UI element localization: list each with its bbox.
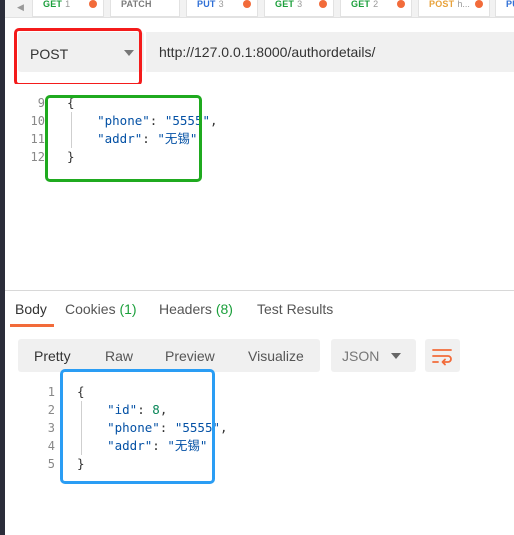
request-tabs-bar: ◀ GET1PATCHPUT3GET3GET2POSTh...PU: [5, 0, 514, 18]
code-line: "addr": "无锡": [77, 437, 207, 455]
tabs-scroll-left-icon[interactable]: ◀: [17, 0, 27, 16]
code-line: "phone": "5555",: [77, 419, 228, 437]
code-token: "无锡": [167, 438, 208, 453]
code-token: }: [67, 149, 75, 164]
code-line: {: [77, 383, 85, 401]
line-number: 12: [30, 150, 45, 164]
code-token: :: [152, 438, 168, 453]
code-token: 8: [152, 402, 160, 417]
request-tab-name: 3: [218, 0, 224, 9]
tab-headers[interactable]: Headers (8): [159, 301, 233, 317]
indent-guide: [81, 401, 82, 455]
code-token: "5555": [174, 420, 221, 435]
code-token: {: [67, 95, 75, 110]
request-tab-method: GET: [43, 0, 63, 9]
request-tab-method: PATCH: [121, 0, 152, 9]
line-number: 3: [47, 421, 55, 435]
chevron-down-icon: [124, 50, 134, 56]
request-body-editor[interactable]: 9 10 11 12 { "phone": "5555", "addr": "无锡"}: [5, 84, 514, 289]
code-token: "无锡": [157, 131, 198, 146]
code-token: :: [149, 113, 165, 128]
unsaved-dot-icon: [475, 0, 483, 8]
code-line: "phone": "5555",: [67, 112, 218, 130]
view-preview-button[interactable]: Preview: [165, 348, 215, 364]
unsaved-dot-icon: [319, 0, 327, 8]
tab-cookies-count: (1): [119, 301, 137, 317]
view-visualize-button[interactable]: Visualize: [248, 348, 304, 364]
code-line: }: [77, 455, 85, 473]
code-token: "5555": [164, 113, 211, 128]
request-tab[interactable]: POST h...: [418, 0, 490, 17]
request-tab-method: PUT: [197, 0, 216, 9]
request-tab-method: PU: [506, 0, 514, 9]
line-number: 9: [37, 96, 45, 110]
request-tab[interactable]: PU: [495, 0, 514, 17]
code-token: "phone": [107, 420, 160, 435]
response-body-viewer[interactable]: 1 2 3 4 5 { "id": 8, "phone": "5555", "addr":…: [5, 380, 514, 530]
code-token: :: [142, 131, 158, 146]
request-tab[interactable]: GET 2: [340, 0, 412, 17]
view-mode-bar: Pretty Raw Preview Visualize: [18, 339, 320, 372]
code-token: "addr": [107, 438, 153, 453]
method-label: POST: [30, 46, 69, 62]
format-select[interactable]: JSON: [331, 339, 416, 372]
request-tab[interactable]: PUT 3: [186, 0, 258, 17]
code-line: "addr": "无锡": [67, 130, 197, 148]
request-tab-method: GET: [275, 0, 295, 9]
request-tab-name: 1: [65, 0, 71, 9]
tab-headers-count: (8): [215, 301, 233, 317]
tab-cookies-label: Cookies: [65, 301, 116, 317]
request-tab-name: h...: [457, 0, 470, 9]
code-line: "id": 8,: [77, 401, 167, 419]
request-tab[interactable]: GET 3: [264, 0, 334, 17]
tab-body-label: Body: [15, 301, 47, 317]
request-tab-method: POST: [429, 0, 455, 9]
code-token: "phone": [97, 113, 150, 128]
chevron-down-icon: [391, 353, 401, 359]
view-pretty-button[interactable]: Pretty: [34, 348, 71, 364]
request-bar: POST: [5, 28, 514, 76]
line-number: 1: [47, 385, 55, 399]
code-token: ,: [220, 420, 228, 435]
code-token: ,: [159, 402, 168, 417]
request-tab-name: 3: [297, 0, 303, 9]
code-line: {: [67, 94, 75, 112]
url-input[interactable]: [146, 32, 514, 72]
request-tab-name: 2: [373, 0, 379, 9]
line-number: 10: [30, 114, 45, 128]
tab-body[interactable]: Body: [15, 301, 47, 317]
tab-test-results[interactable]: Test Results: [257, 301, 333, 317]
code-token: "addr": [97, 131, 143, 146]
code-token: :: [137, 402, 153, 417]
request-tab-method: GET: [351, 0, 371, 9]
line-number: 2: [47, 403, 55, 417]
line-number: 5: [47, 457, 55, 471]
response-tabs: Body Cookies (1) Headers (8) Test Result…: [5, 290, 514, 327]
indent-guide: [71, 112, 72, 148]
wrap-lines-icon: [432, 349, 452, 366]
line-number: 4: [47, 439, 55, 453]
tab-headers-label: Headers: [159, 301, 212, 317]
unsaved-dot-icon: [243, 0, 251, 8]
code-line: }: [67, 148, 75, 166]
request-tab[interactable]: PATCH: [110, 0, 180, 17]
method-select[interactable]: POST: [18, 32, 144, 72]
unsaved-dot-icon: [89, 0, 97, 8]
code-token: }: [77, 456, 85, 471]
tab-test-results-label: Test Results: [257, 301, 334, 317]
view-raw-button[interactable]: Raw: [105, 348, 133, 364]
code-token: ,: [210, 113, 218, 128]
request-tab[interactable]: GET 1: [32, 0, 104, 17]
wrap-lines-button[interactable]: [425, 339, 460, 372]
code-token: :: [159, 420, 175, 435]
code-token: "id": [107, 402, 138, 417]
code-token: {: [77, 384, 85, 399]
active-tab-indicator: [10, 324, 54, 327]
unsaved-dot-icon: [397, 0, 405, 8]
line-number: 11: [30, 132, 45, 146]
format-label: JSON: [342, 348, 380, 364]
tab-cookies[interactable]: Cookies (1): [65, 301, 137, 317]
